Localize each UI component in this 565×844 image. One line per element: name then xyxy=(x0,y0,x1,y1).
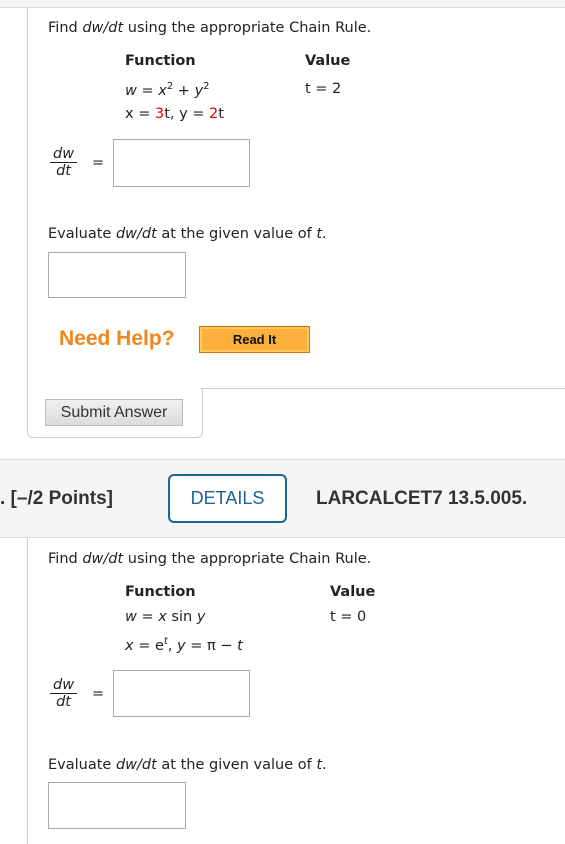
function-line-2: x = 3t, y = 2t xyxy=(125,106,224,122)
divider xyxy=(201,388,565,389)
function-header: Function xyxy=(125,584,196,600)
value-text: t = 0 xyxy=(330,609,367,625)
dw-dt-fraction: dw dt xyxy=(50,677,78,710)
equals-sign: = xyxy=(92,686,105,702)
equals-sign: = xyxy=(92,155,105,171)
submit-answer-button[interactable]: Submit Answer xyxy=(45,399,183,426)
value-text: t = 2 xyxy=(305,81,342,97)
evaluate-prompt: Evaluate dw/dt at the given value of t. xyxy=(48,226,327,242)
question-prompt: Find dw/dt using the appropriate Chain R… xyxy=(48,20,372,36)
dw-dt-answer-input[interactable] xyxy=(113,139,250,187)
value-header: Value xyxy=(330,584,376,600)
function-line-2: x = et, y = π − t xyxy=(125,636,243,654)
evaluate-answer-input[interactable] xyxy=(48,782,186,829)
function-header: Function xyxy=(125,53,196,69)
dw-dt-answer-input[interactable] xyxy=(113,670,250,717)
top-band xyxy=(0,0,565,8)
value-header: Value xyxy=(305,53,351,69)
question-code: LARCALCET7 13.5.005. xyxy=(316,488,528,509)
details-button[interactable]: DETAILS xyxy=(168,474,287,523)
need-help-label: Need Help? xyxy=(59,327,175,350)
read-it-button[interactable]: Read It xyxy=(199,326,310,353)
points-label: . [–/2 Points] xyxy=(0,488,113,509)
function-line-1: w = x sin y xyxy=(125,609,206,625)
dw-dt-fraction: dw dt xyxy=(50,146,78,179)
question-prompt: Find dw/dt using the appropriate Chain R… xyxy=(48,551,372,567)
evaluate-answer-input[interactable] xyxy=(48,252,186,298)
function-line-1: w = x2 + y2 xyxy=(125,81,210,99)
evaluate-prompt: Evaluate dw/dt at the given value of t. xyxy=(48,757,327,773)
